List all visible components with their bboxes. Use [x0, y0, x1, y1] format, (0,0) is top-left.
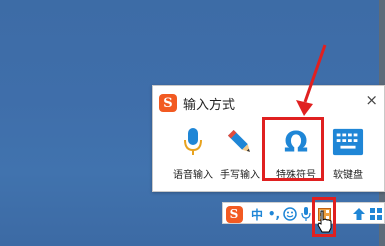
toolbox-highlight	[312, 197, 336, 237]
grid-icon[interactable]	[369, 205, 383, 223]
punctuation-toggle[interactable]: •,	[267, 205, 281, 223]
sogou-logo-button[interactable]: S	[225, 205, 243, 223]
language-toggle[interactable]: 中	[250, 205, 264, 223]
emoji-icon[interactable]	[283, 205, 297, 223]
microphone-icon[interactable]	[300, 205, 312, 223]
ime-status-bar: S 中 •,	[222, 202, 385, 224]
sogou-logo-icon: S	[225, 205, 243, 223]
shirt-icon[interactable]	[353, 205, 365, 223]
